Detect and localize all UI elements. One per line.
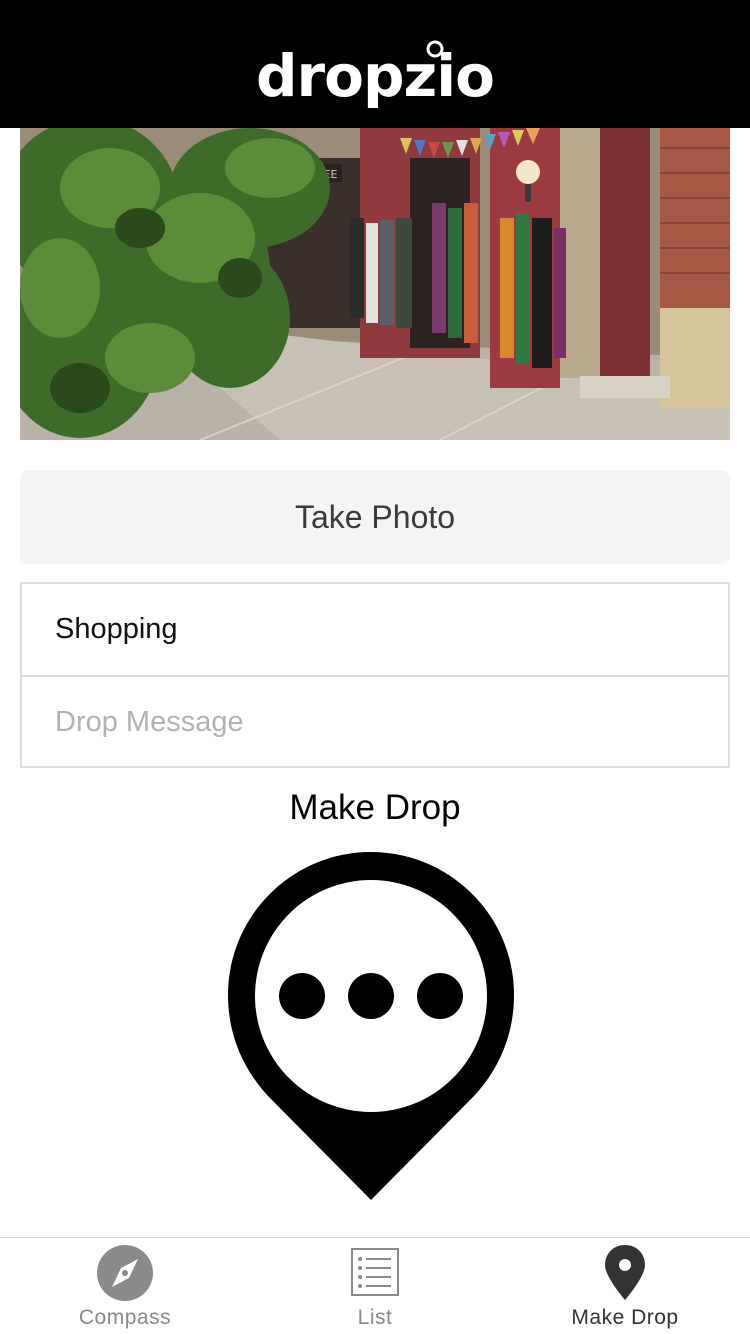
drop-photo: COFFEE <box>20 128 730 440</box>
make-drop-label: Make Drop <box>289 788 461 827</box>
logo-pin-icon <box>426 40 444 58</box>
tab-make-drop[interactable]: Make Drop <box>500 1238 750 1334</box>
drop-form: Shopping Drop Message <box>20 582 730 768</box>
take-photo-button[interactable]: Take Photo <box>20 470 730 564</box>
app-header: dropzio <box>0 0 750 128</box>
list-icon <box>351 1248 399 1296</box>
tab-list[interactable]: List <box>250 1238 500 1334</box>
tab-bar: Compass List Make Drop <box>0 1237 750 1334</box>
map-pin-icon <box>605 1245 645 1300</box>
tab-label-list: List <box>357 1306 393 1329</box>
compass-icon <box>97 1245 153 1301</box>
tab-compass[interactable]: Compass <box>0 1238 250 1334</box>
app-logo: dropzio <box>256 42 495 110</box>
map-pin-chat-icon[interactable] <box>226 850 516 1202</box>
category-field[interactable]: Shopping <box>22 584 728 675</box>
tab-label-make-drop: Make Drop <box>571 1306 679 1329</box>
drop-message-input[interactable]: Drop Message <box>22 677 728 768</box>
tab-label-compass: Compass <box>78 1306 172 1329</box>
